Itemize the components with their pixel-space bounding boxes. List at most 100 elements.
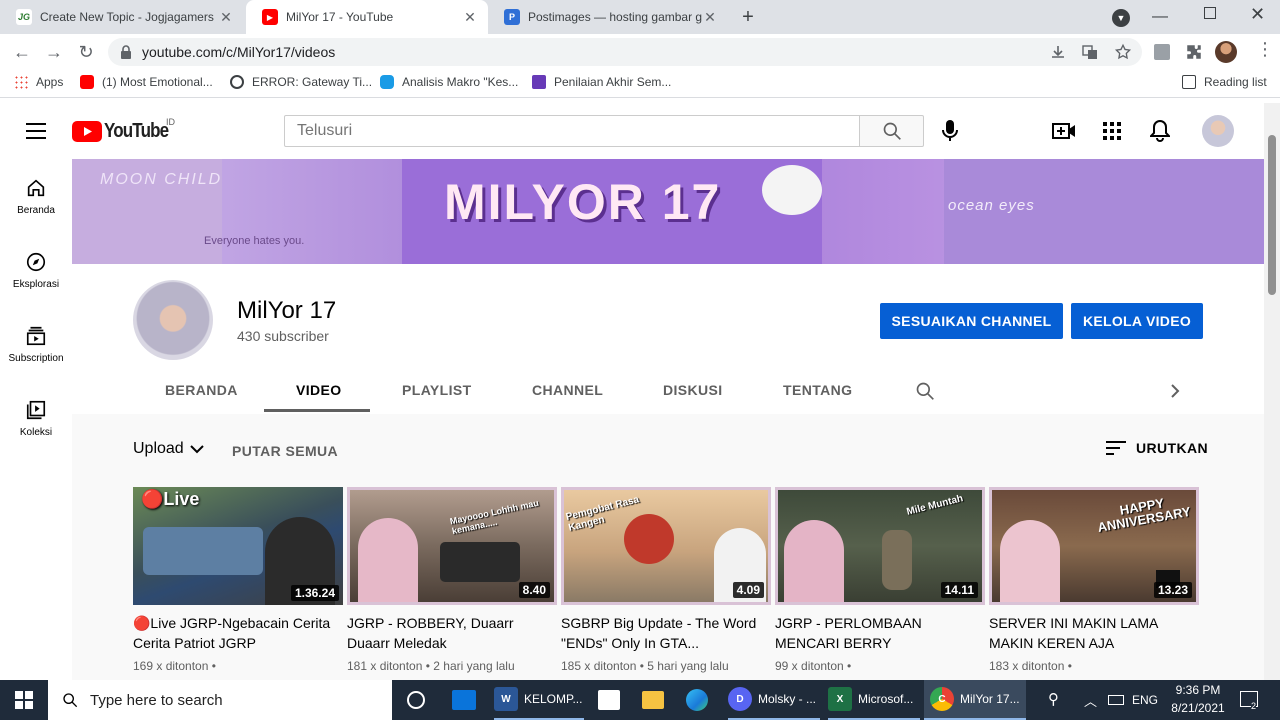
- minimize-window-icon[interactable]: —: [1152, 8, 1168, 26]
- play-all-button[interactable]: PUTAR SEMUA: [232, 443, 338, 459]
- customize-channel-button[interactable]: SESUAIKAN CHANNEL: [880, 303, 1063, 339]
- search-button[interactable]: [859, 115, 924, 147]
- bookmark-item[interactable]: Penilaian Akhir Sem...: [532, 75, 671, 89]
- apps-grid-icon: [14, 75, 28, 89]
- show-hidden-icons-chevron-icon[interactable]: ︿: [1084, 691, 1097, 710]
- people-icon[interactable]: ⚲: [1048, 690, 1059, 708]
- taskbar-app-word[interactable]: W KELOMP...: [494, 680, 584, 720]
- discord-icon: D: [728, 687, 752, 711]
- reload-icon[interactable]: ↻: [74, 40, 98, 64]
- sidebar-item-beranda[interactable]: Beranda: [0, 159, 72, 233]
- windows-start-icon[interactable]: [15, 691, 33, 709]
- restore-window-icon[interactable]: [1204, 7, 1216, 19]
- install-app-icon[interactable]: [1050, 44, 1066, 60]
- taskbar-app-chrome[interactable]: C MilYor 17...: [924, 680, 1026, 720]
- voice-search-button[interactable]: [930, 113, 970, 149]
- browser-tab-active[interactable]: ▶ MilYor 17 - YouTube ✕: [246, 0, 488, 34]
- profile-avatar[interactable]: [1215, 41, 1237, 63]
- page-scrollbar[interactable]: [1264, 103, 1280, 680]
- video-thumbnail[interactable]: 🔴Live 1.36.24: [133, 487, 343, 605]
- search-input[interactable]: [285, 116, 859, 146]
- bookmark-item[interactable]: (1) Most Emotional...: [80, 75, 213, 89]
- upload-sort-dropdown[interactable]: Upload: [133, 440, 204, 458]
- search-icon: [63, 693, 78, 708]
- youtube-logo[interactable]: YouTube: [72, 120, 180, 143]
- reading-list-button[interactable]: Reading list: [1182, 75, 1267, 89]
- video-thumbnail[interactable]: Mile Muntah 14.11: [775, 487, 985, 605]
- language-indicator[interactable]: ENG: [1132, 693, 1158, 707]
- clock-time[interactable]: 9:36 PM: [1172, 683, 1224, 697]
- forward-arrow-icon[interactable]: →: [42, 40, 66, 64]
- scrollbar-thumb[interactable]: [1268, 135, 1276, 295]
- video-card[interactable]: HAPPY ANNIVERSARY 13.23 SERVER INI MAKIN…: [989, 487, 1199, 673]
- video-title[interactable]: JGRP - ROBBERY, Duaarr Duaarr Meledak: [347, 613, 557, 653]
- video-title[interactable]: SERVER INI MAKIN LAMA MAKIN KEREN AJA: [989, 613, 1199, 653]
- video-thumbnail[interactable]: HAPPY ANNIVERSARY 13.23: [989, 487, 1199, 605]
- close-tab-icon[interactable]: ✕: [218, 9, 234, 26]
- video-thumbnail[interactable]: Mayoooo Lohhh mau kemana..... 8.40: [347, 487, 557, 605]
- tab-search-chevron-icon[interactable]: ▼: [1112, 9, 1130, 27]
- video-card[interactable]: Pemgobat Rasa Kangen 4.09 SGBRP Big Upda…: [561, 487, 771, 673]
- browser-toolbar: ← → ↻ youtube.com/c/MilYor17/videos ⋮: [0, 34, 1280, 70]
- taskbar-search-box[interactable]: Type here to search: [48, 680, 392, 720]
- upload-label: Upload: [133, 440, 184, 457]
- mail-icon[interactable]: [452, 690, 476, 710]
- tab-video[interactable]: VIDEO: [296, 382, 342, 398]
- video-thumbnail[interactable]: Pemgobat Rasa Kangen 4.09: [561, 487, 771, 605]
- sidebar-item-eksplorasi[interactable]: Eksplorasi: [0, 233, 72, 307]
- apps-grid-icon[interactable]: [1103, 122, 1121, 140]
- translate-icon[interactable]: [1082, 44, 1098, 60]
- extension-icon[interactable]: [1154, 44, 1170, 60]
- cortana-icon[interactable]: [407, 691, 425, 709]
- menu-kebab-icon[interactable]: ⋮: [1256, 40, 1274, 58]
- thumb-car: [440, 542, 520, 582]
- close-tab-icon[interactable]: ✕: [462, 9, 478, 26]
- close-tab-icon[interactable]: ✕: [702, 9, 718, 26]
- channel-search-icon[interactable]: [915, 381, 935, 401]
- video-title[interactable]: SGBRP Big Update - The Word "ENDs" Only …: [561, 613, 771, 653]
- tab-beranda[interactable]: BERANDA: [165, 382, 238, 398]
- manage-videos-button[interactable]: KELOLA VIDEO: [1071, 303, 1203, 339]
- banner-deco-text: ocean eyes: [948, 197, 1035, 214]
- browser-tab[interactable]: P Postimages — hosting gambar g ✕: [488, 0, 728, 34]
- clock-date[interactable]: 8/21/2021: [1166, 701, 1230, 715]
- store-icon[interactable]: [598, 690, 620, 710]
- tab-channel[interactable]: CHANNEL: [532, 382, 603, 398]
- account-avatar[interactable]: [1202, 115, 1234, 147]
- address-bar[interactable]: youtube.com/c/MilYor17/videos: [108, 38, 1142, 66]
- new-tab-plus-icon[interactable]: +: [736, 6, 760, 30]
- sort-button[interactable]: URUTKAN: [1106, 440, 1208, 456]
- tab-playlist[interactable]: PLAYLIST: [402, 382, 472, 398]
- thumb-person: [784, 520, 844, 602]
- channel-avatar[interactable]: [133, 280, 213, 360]
- sidebar-item-koleksi[interactable]: Koleksi: [0, 381, 72, 455]
- taskbar-app-discord[interactable]: D Molsky - ...: [728, 680, 820, 720]
- taskbar-app-excel[interactable]: X Microsof...: [828, 680, 920, 720]
- bookmark-item[interactable]: Analisis Makro "Kes...: [380, 75, 518, 89]
- lock-icon[interactable]: [120, 45, 132, 59]
- tab-tentang[interactable]: TENTANG: [783, 382, 852, 398]
- video-title[interactable]: 🔴Live JGRP-Ngebacain Cerita Cerita Patri…: [133, 613, 343, 653]
- battery-icon[interactable]: [1108, 695, 1124, 705]
- notification-count-badge: 2: [1251, 701, 1257, 711]
- notifications-bell-icon[interactable]: [1150, 120, 1170, 142]
- puzzle-extensions-icon[interactable]: [1185, 43, 1203, 61]
- browser-tab[interactable]: JG Create New Topic - Jogjagamers ✕: [0, 0, 244, 34]
- create-video-icon[interactable]: [1052, 121, 1076, 141]
- video-card[interactable]: Mayoooo Lohhh mau kemana..... 8.40 JGRP …: [347, 487, 557, 673]
- edge-icon[interactable]: [686, 689, 708, 711]
- bookmark-item[interactable]: ERROR: Gateway Ti...: [230, 75, 372, 89]
- bookmark-apps[interactable]: Apps: [14, 75, 63, 89]
- tab-diskusi[interactable]: DISKUSI: [663, 382, 723, 398]
- close-window-icon[interactable]: ✕: [1250, 4, 1265, 25]
- video-meta: 181 x ditonton • 2 hari yang lalu: [347, 659, 515, 673]
- file-explorer-icon[interactable]: [642, 691, 664, 709]
- back-arrow-icon[interactable]: ←: [10, 40, 34, 64]
- video-title[interactable]: JGRP - PERLOMBAAN MENCARI BERRY: [775, 613, 985, 653]
- hamburger-menu-icon[interactable]: [26, 123, 46, 139]
- chevron-right-icon[interactable]: [1169, 383, 1181, 399]
- bookmark-star-icon[interactable]: [1114, 43, 1132, 61]
- video-card[interactable]: Mile Muntah 14.11 JGRP - PERLOMBAAN MENC…: [775, 487, 985, 673]
- sidebar-item-subscription[interactable]: Subscription: [0, 307, 72, 381]
- video-card[interactable]: 🔴Live 1.36.24 🔴Live JGRP-Ngebacain Cerit…: [133, 487, 343, 673]
